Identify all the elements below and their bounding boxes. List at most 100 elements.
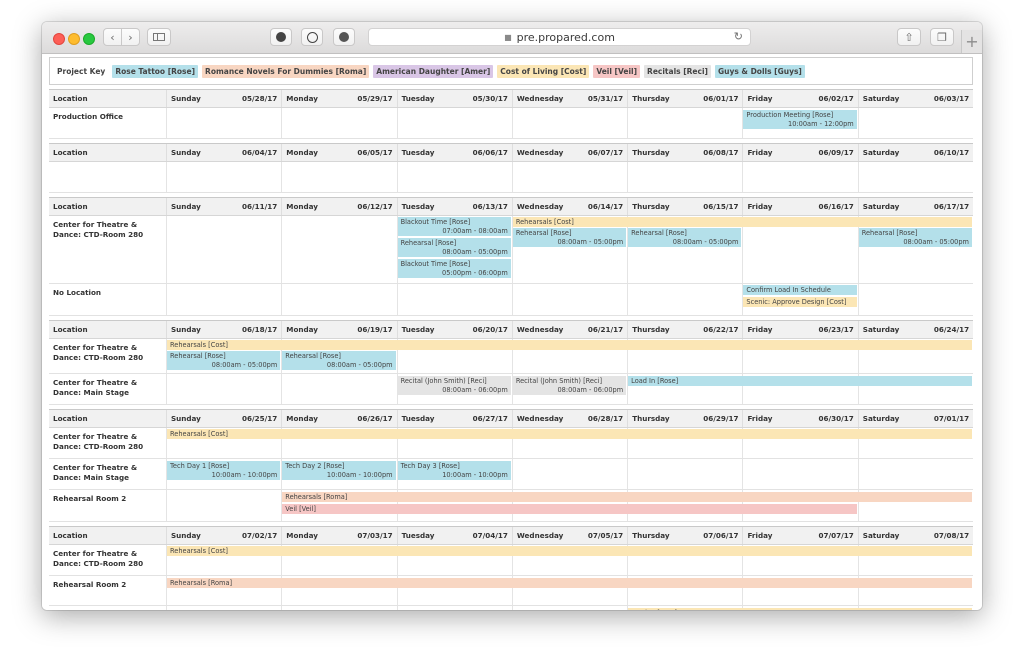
day-header[interactable]: Wednesday 06/14/17 (511, 198, 627, 215)
day-header[interactable]: Friday 06/23/17 (742, 321, 857, 338)
zoom-window-button[interactable] (83, 33, 95, 45)
calendar-event[interactable]: Rehearsal [Rose] 08:00am - 05:00pm (167, 351, 281, 370)
day-header[interactable]: Sunday 06/18/17 (166, 321, 281, 338)
day-cell[interactable] (627, 284, 742, 315)
day-header[interactable]: Saturday 06/10/17 (857, 144, 973, 161)
day-header[interactable]: Friday 06/16/17 (742, 198, 857, 215)
calendar-event[interactable]: Rehearsal [Rose] 08:00am - 05:00pm (397, 238, 511, 257)
day-cell[interactable] (857, 284, 973, 315)
day-cell[interactable] (396, 108, 512, 138)
sidebar-toggle-button[interactable] (147, 28, 171, 46)
day-header[interactable]: Thursday 06/29/17 (627, 410, 742, 427)
calendar-event[interactable]: Tech Day 2 [Rose] 10:00am - 10:00pm (282, 461, 396, 480)
close-window-button[interactable] (53, 33, 65, 45)
day-header[interactable]: Sunday 05/28/17 (166, 90, 281, 107)
day-header[interactable]: Wednesday 06/21/17 (511, 321, 627, 338)
address-bar[interactable]: ■ pre.propared.com ↻ (368, 28, 751, 46)
day-cell[interactable] (166, 606, 281, 610)
calendar-event[interactable]: Load In [Rose] (628, 376, 972, 386)
reload-icon[interactable]: ↻ (734, 30, 743, 43)
day-cell[interactable] (281, 284, 396, 315)
day-header[interactable]: Saturday 07/08/17 (857, 527, 973, 544)
day-header[interactable]: Wednesday 07/05/17 (511, 527, 627, 544)
day-cell[interactable] (281, 216, 396, 283)
day-cell[interactable] (166, 108, 281, 138)
day-header[interactable]: Friday 06/30/17 (742, 410, 857, 427)
day-header[interactable]: Thursday 07/06/17 (627, 527, 742, 544)
day-cell[interactable] (627, 162, 742, 192)
calendar-event[interactable]: Recital (John Smith) [Reci] 08:00am - 06:… (512, 376, 627, 395)
day-cell[interactable] (166, 284, 281, 315)
day-header[interactable]: Wednesday 06/28/17 (511, 410, 627, 427)
extension-3-button[interactable] (333, 28, 355, 46)
day-cell[interactable] (166, 490, 281, 521)
day-cell[interactable] (857, 459, 973, 489)
tabs-overview-button[interactable]: ❐ (930, 28, 954, 46)
day-header[interactable]: Saturday 07/01/17 (857, 410, 973, 427)
day-header[interactable]: Friday 06/02/17 (742, 90, 857, 107)
day-header[interactable]: Tuesday 07/04/17 (396, 527, 512, 544)
calendar-event[interactable]: Rehearsal [Rose] 08:00am - 05:00pm (858, 228, 972, 247)
calendar-event[interactable]: Rehearsal [Rose] 08:00am - 05:00pm (282, 351, 396, 370)
day-cell[interactable] (396, 606, 512, 610)
day-cell[interactable] (742, 459, 857, 489)
calendar-event[interactable]: Production Meeting [Rose] 10:00am - 12:00… (743, 110, 857, 129)
day-cell[interactable] (857, 108, 973, 138)
day-header[interactable]: Sunday 06/04/17 (166, 144, 281, 161)
calendar-event[interactable]: Rehearsals [Cost] (512, 217, 972, 227)
day-cell[interactable] (281, 374, 396, 404)
new-tab-button[interactable]: + (961, 30, 982, 53)
day-cell[interactable] (396, 284, 512, 315)
day-cell[interactable] (281, 108, 396, 138)
day-header[interactable]: Thursday 06/08/17 (627, 144, 742, 161)
day-cell[interactable] (511, 606, 627, 610)
back-button[interactable]: ‹ (103, 28, 122, 46)
day-cell[interactable] (857, 162, 973, 192)
day-header[interactable]: Sunday 07/02/17 (166, 527, 281, 544)
day-header[interactable]: Sunday 06/11/17 (166, 198, 281, 215)
day-cell[interactable] (166, 374, 281, 404)
day-header[interactable]: Tuesday 06/06/17 (396, 144, 512, 161)
calendar-event[interactable]: Blackout Time [Rose] 05:00pm - 06:00pm (397, 259, 511, 278)
project-key-chip[interactable]: Cost of Living [Cost] (497, 64, 590, 78)
calendar-event[interactable]: Rehearsals [Cost] (167, 340, 972, 350)
day-header[interactable]: Saturday 06/03/17 (857, 90, 973, 107)
day-cell[interactable] (281, 162, 396, 192)
day-cell[interactable] (627, 108, 742, 138)
day-cell[interactable] (627, 459, 742, 489)
calendar-event[interactable]: Load In [Cost] (628, 608, 972, 610)
calendar-event[interactable]: Rehearsals [Cost] (167, 546, 972, 556)
day-header[interactable]: Monday 06/19/17 (281, 321, 396, 338)
day-cell[interactable] (511, 459, 627, 489)
project-key-chip[interactable]: Recitals [Reci] (644, 64, 711, 78)
day-header[interactable]: Wednesday 06/07/17 (511, 144, 627, 161)
day-header[interactable]: Tuesday 06/20/17 (396, 321, 512, 338)
day-header[interactable]: Wednesday 05/31/17 (511, 90, 627, 107)
day-header[interactable]: Tuesday 06/27/17 (396, 410, 512, 427)
calendar-event[interactable]: Tech Day 3 [Rose] 10:00am - 10:00pm (397, 461, 511, 480)
day-cell[interactable] (281, 606, 396, 610)
calendar-event[interactable]: Veil [Veil] (282, 504, 857, 514)
day-header[interactable]: Thursday 06/22/17 (627, 321, 742, 338)
day-cell[interactable] (166, 162, 281, 192)
day-header[interactable]: Monday 07/03/17 (281, 527, 396, 544)
day-cell[interactable] (396, 162, 512, 192)
calendar-event[interactable]: Rehearsal [Rose] 08:00am - 05:00pm (628, 228, 742, 247)
day-header[interactable]: Thursday 06/15/17 (627, 198, 742, 215)
day-header[interactable]: Friday 07/07/17 (742, 527, 857, 544)
day-header[interactable]: Monday 06/12/17 (281, 198, 396, 215)
calendar-event[interactable]: Blackout Time [Rose] 07:00am - 08:00am (397, 217, 511, 236)
day-cell[interactable] (511, 284, 627, 315)
day-header[interactable]: Saturday 06/24/17 (857, 321, 973, 338)
extension-2-button[interactable] (301, 28, 323, 46)
day-header[interactable]: Monday 06/05/17 (281, 144, 396, 161)
project-key-chip[interactable]: Veil [Veil] (593, 64, 641, 78)
forward-button[interactable]: › (121, 28, 140, 46)
day-cell[interactable] (511, 108, 627, 138)
day-header[interactable]: Sunday 06/25/17 (166, 410, 281, 427)
day-cell[interactable] (742, 162, 857, 192)
day-header[interactable]: Monday 06/26/17 (281, 410, 396, 427)
minimize-window-button[interactable] (68, 33, 80, 45)
calendar-event[interactable]: Tech Day 1 [Rose] 10:00am - 10:00pm (167, 461, 281, 480)
day-header[interactable]: Saturday 06/17/17 (857, 198, 973, 215)
